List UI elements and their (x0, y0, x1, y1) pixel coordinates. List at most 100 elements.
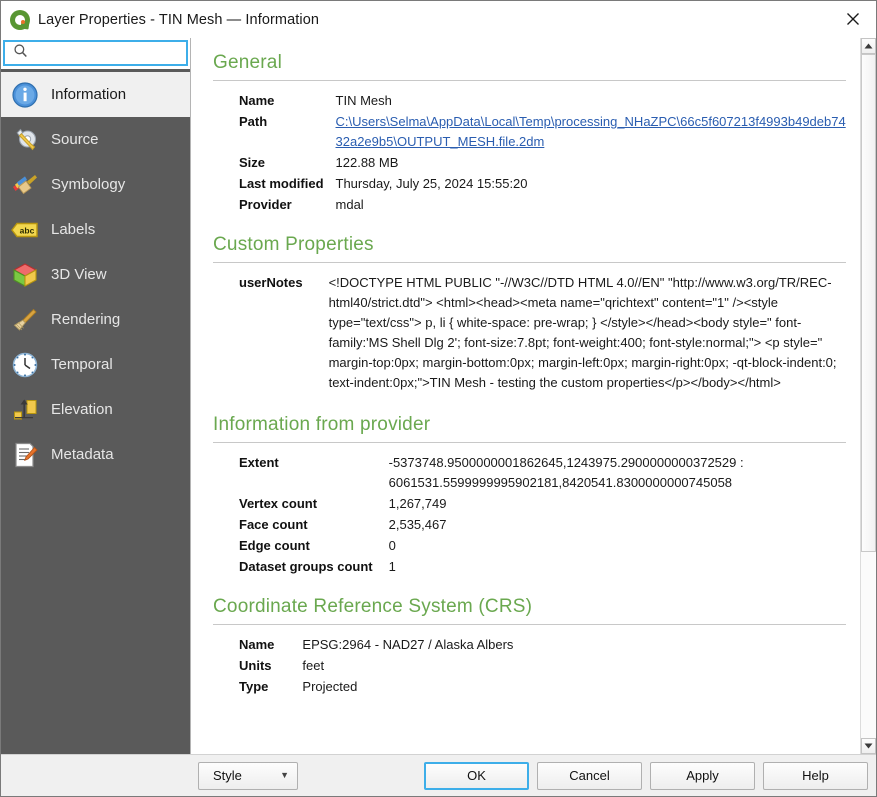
info-icon (9, 79, 41, 111)
table-row: Name TIN Mesh (239, 91, 846, 112)
row-key: Vertex count (239, 494, 389, 515)
table-row: Provider mdal (239, 195, 846, 216)
sidebar-item-label: Temporal (51, 356, 113, 373)
custom-properties-table: userNotes <!DOCTYPE HTML PUBLIC "-//W3C/… (239, 273, 846, 394)
svg-text:abc: abc (20, 225, 35, 235)
table-row: Size 122.88 MB (239, 153, 846, 174)
table-row: Units feet (239, 656, 846, 677)
sidebar-nav: Information Source (1, 69, 190, 754)
general-table: Name TIN Mesh Path C:\Users\Selma\AppDat… (239, 91, 846, 216)
row-value: 0 (389, 536, 846, 557)
row-key: Size (239, 153, 336, 174)
document-pencil-icon (9, 439, 41, 471)
sidebar-item-label: Source (51, 131, 99, 148)
row-value: <!DOCTYPE HTML PUBLIC "-//W3C//DTD HTML … (329, 273, 846, 394)
sidebar-item-label: Information (51, 86, 126, 103)
sidebar-item-rendering[interactable]: Rendering (1, 297, 190, 342)
section-title-general: General (213, 52, 846, 74)
row-key: Type (239, 677, 302, 698)
row-key: Extent (239, 453, 389, 494)
section-crs: Coordinate Reference System (CRS) Name E… (213, 596, 846, 698)
row-key: Name (239, 635, 302, 656)
layer-properties-dialog: Layer Properties - TIN Mesh — Informatio… (0, 0, 877, 797)
paintbrush-colors-icon (9, 169, 41, 201)
clock-icon (9, 349, 41, 381)
search-box[interactable] (3, 40, 188, 66)
title-bar: Layer Properties - TIN Mesh — Informatio… (1, 1, 876, 38)
sidebar-item-source[interactable]: Source (1, 117, 190, 162)
row-value: EPSG:2964 - NAD27 / Alaska Albers (302, 635, 846, 656)
dialog-footer: Style ▼ OK Cancel Apply Help (1, 754, 876, 796)
footer-right: OK Cancel Apply Help (424, 762, 868, 790)
section-custom-properties: Custom Properties userNotes <!DOCTYPE HT… (213, 234, 846, 394)
row-key: Provider (239, 195, 336, 216)
row-key: Dataset groups count (239, 557, 389, 578)
row-key: userNotes (239, 273, 329, 394)
cube-3d-icon (9, 259, 41, 291)
section-divider (213, 442, 846, 443)
sidebar: Information Source (1, 38, 190, 754)
search-input[interactable] (34, 45, 199, 61)
row-value: 122.88 MB (336, 153, 846, 174)
row-key: Face count (239, 515, 389, 536)
scroll-up-arrow-icon[interactable] (861, 38, 876, 54)
sidebar-item-3d-view[interactable]: 3D View (1, 252, 190, 297)
sidebar-item-label: Elevation (51, 401, 113, 418)
row-value: feet (302, 656, 846, 677)
path-link[interactable]: C:\Users\Selma\AppData\Local\Temp\proces… (336, 114, 846, 149)
vertical-scrollbar[interactable] (860, 38, 876, 754)
sidebar-item-metadata[interactable]: Metadata (1, 432, 190, 477)
section-title-custom-properties: Custom Properties (213, 234, 846, 256)
scrollbar-track[interactable] (861, 54, 876, 738)
section-general: General Name TIN Mesh Path C:\Users\Selm… (213, 52, 846, 216)
row-value: C:\Users\Selma\AppData\Local\Temp\proces… (336, 112, 846, 153)
sidebar-item-information[interactable]: Information (1, 72, 190, 117)
broom-icon (9, 304, 41, 336)
sidebar-item-elevation[interactable]: Elevation (1, 387, 190, 432)
search-icon (13, 43, 28, 63)
sidebar-item-label: Rendering (51, 311, 120, 328)
sidebar-item-label: Labels (51, 221, 95, 238)
row-key: Name (239, 91, 336, 112)
dialog-body: Information Source (1, 38, 876, 754)
sidebar-item-temporal[interactable]: Temporal (1, 342, 190, 387)
sidebar-item-label: Metadata (51, 446, 114, 463)
style-button[interactable]: Style ▼ (198, 762, 298, 790)
apply-button[interactable]: Apply (650, 762, 755, 790)
scrollbar-thumb[interactable] (861, 54, 876, 552)
style-button-label: Style (213, 768, 242, 783)
row-value: -5373748.9500000001862645,1243975.290000… (389, 453, 846, 494)
section-provider-info: Information from provider Extent -537374… (213, 414, 846, 578)
content-area: General Name TIN Mesh Path C:\Users\Selm… (190, 38, 876, 754)
section-title-crs: Coordinate Reference System (CRS) (213, 596, 846, 618)
qgis-logo-icon (10, 10, 30, 30)
ok-button[interactable]: OK (424, 762, 529, 790)
table-row: Name EPSG:2964 - NAD27 / Alaska Albers (239, 635, 846, 656)
row-key: Edge count (239, 536, 389, 557)
section-title-provider-info: Information from provider (213, 414, 846, 436)
row-value: mdal (336, 195, 846, 216)
row-value: 2,535,467 (389, 515, 846, 536)
help-button[interactable]: Help (763, 762, 868, 790)
footer-left: Style ▼ (198, 762, 298, 790)
provider-info-table: Extent -5373748.9500000001862645,1243975… (239, 453, 846, 578)
elevation-arrow-icon (9, 394, 41, 426)
table-row: Type Projected (239, 677, 846, 698)
section-divider (213, 80, 846, 81)
close-icon[interactable] (830, 1, 876, 37)
cancel-button[interactable]: Cancel (537, 762, 642, 790)
sidebar-item-symbology[interactable]: Symbology (1, 162, 190, 207)
wrench-gear-icon (9, 124, 41, 156)
search-container (1, 38, 190, 69)
row-key: Units (239, 656, 302, 677)
table-row: Extent -5373748.9500000001862645,1243975… (239, 453, 846, 494)
row-value: Projected (302, 677, 846, 698)
crs-table: Name EPSG:2964 - NAD27 / Alaska Albers U… (239, 635, 846, 698)
scroll-down-arrow-icon[interactable] (861, 738, 876, 754)
information-panel: General Name TIN Mesh Path C:\Users\Selm… (191, 38, 860, 754)
section-divider (213, 262, 846, 263)
sidebar-item-label: 3D View (51, 266, 107, 283)
sidebar-item-labels[interactable]: abc Labels (1, 207, 190, 252)
table-row: Edge count 0 (239, 536, 846, 557)
table-row: Dataset groups count 1 (239, 557, 846, 578)
